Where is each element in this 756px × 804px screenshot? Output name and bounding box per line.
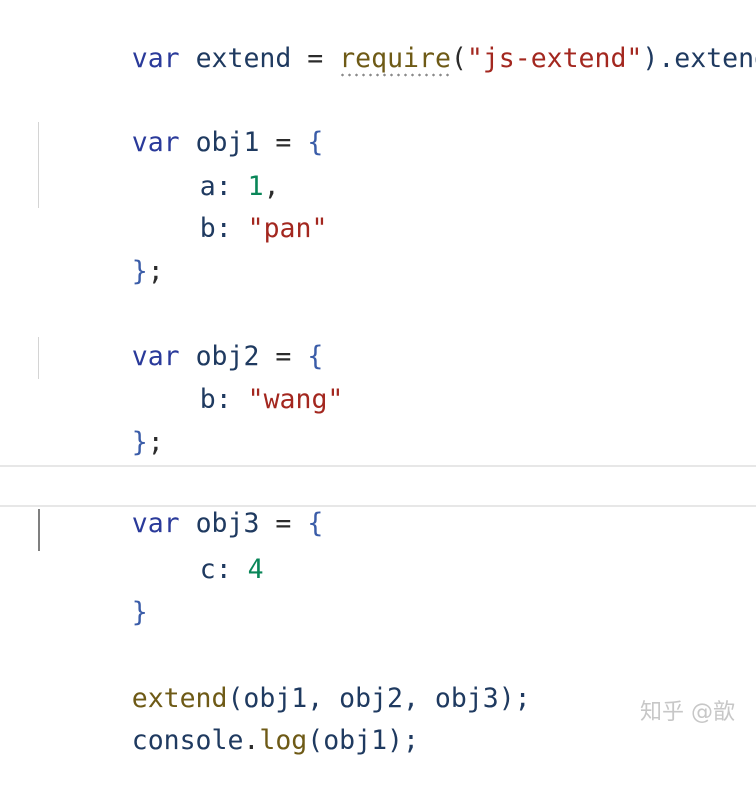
identifier-extend: extend	[195, 43, 292, 74]
extend-property: ).extend	[642, 43, 756, 74]
code-line-4[interactable]: a: 1,	[0, 124, 756, 202]
code-line-6[interactable]: };	[0, 209, 756, 287]
close-brace: }	[131, 256, 148, 287]
code-editor[interactable]: var extend = require("js-extend").extend…	[0, 0, 756, 756]
close-brace: }	[131, 427, 148, 458]
code-line-9[interactable]: b: "wang"	[0, 337, 756, 415]
call-arguments: (obj1);	[307, 725, 419, 756]
dot: .	[243, 725, 260, 756]
close-brace: }	[131, 597, 148, 628]
semicolon: ;	[147, 427, 164, 458]
code-line-1[interactable]: var extend = require("js-extend").extend	[0, 0, 756, 77]
code-line-12-current[interactable]: var obj3 = {	[0, 465, 756, 539]
code-line-3[interactable]: var obj1 = {	[0, 80, 756, 158]
code-line-16[interactable]: extend(obj1, obj2, obj3);	[0, 636, 756, 714]
module-string: "js-extend"	[466, 43, 643, 74]
code-line-5[interactable]: b: "pan"	[0, 166, 756, 244]
semicolon: ;	[147, 256, 164, 287]
require-call[interactable]: require	[339, 43, 451, 77]
log-call: log	[259, 725, 308, 756]
code-line-8[interactable]: var obj2 = {	[0, 294, 756, 372]
code-line-10[interactable]: };	[0, 380, 756, 458]
watermark: 知乎 @歆	[640, 700, 735, 725]
operator-assign: =	[307, 43, 324, 74]
code-line-14[interactable]: }	[0, 550, 756, 628]
code-line-13[interactable]: c: 4	[0, 507, 756, 585]
keyword-var: var	[131, 43, 180, 74]
console-object: console	[131, 725, 244, 756]
open-paren: (	[450, 43, 467, 74]
